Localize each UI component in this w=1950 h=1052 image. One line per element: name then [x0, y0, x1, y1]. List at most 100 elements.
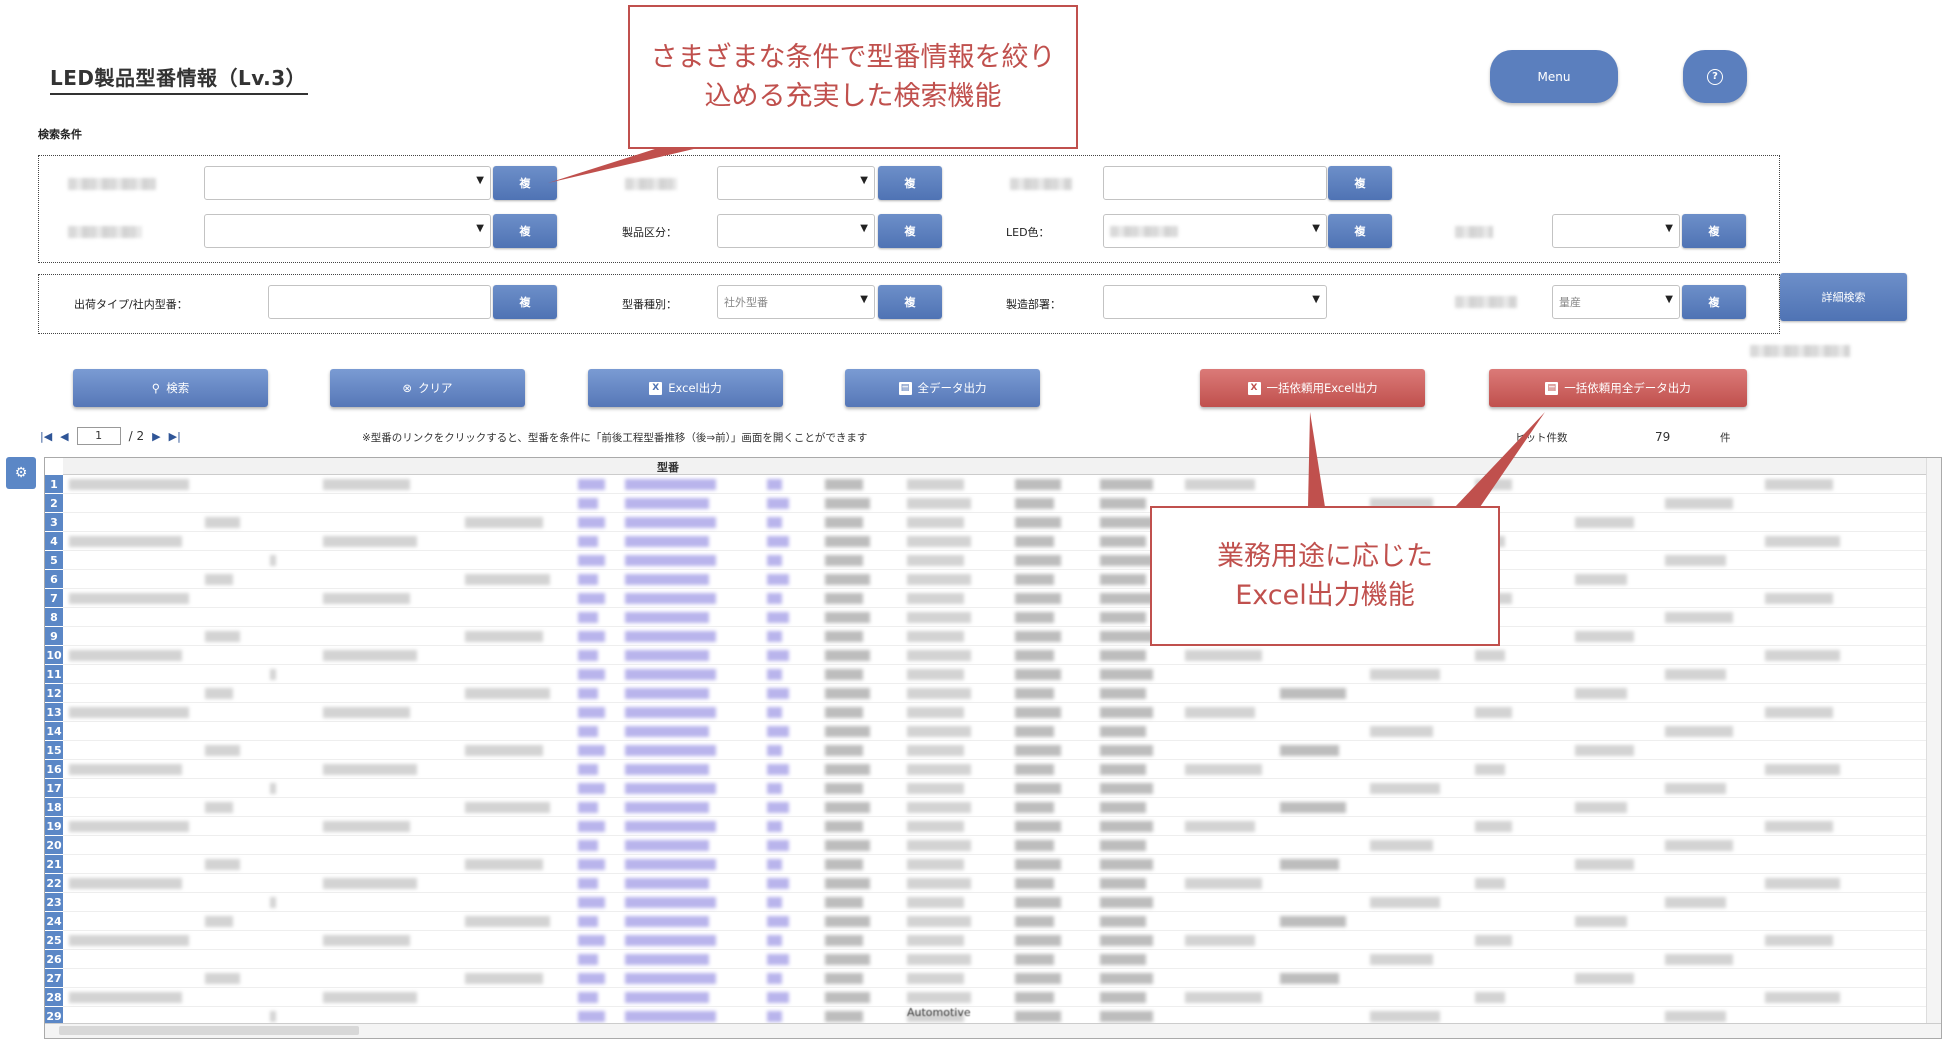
- grid-cell: [767, 517, 782, 528]
- grid-cell: [1765, 707, 1833, 718]
- model-type-select[interactable]: 社外型番 ▼: [717, 285, 875, 319]
- grid-cell: [1100, 897, 1153, 908]
- copy-button-5[interactable]: 複: [878, 214, 942, 248]
- gear-icon[interactable]: ⚙: [6, 457, 36, 489]
- row-number[interactable]: 19: [45, 817, 63, 836]
- grid-cell: [907, 897, 964, 908]
- copy-button-1[interactable]: 複: [493, 166, 557, 200]
- row-number[interactable]: 5: [45, 551, 63, 570]
- grid-cell: [578, 631, 605, 642]
- menu-button[interactable]: Menu: [1490, 50, 1618, 103]
- grid-cell: [825, 707, 863, 718]
- row-number[interactable]: 4: [45, 532, 63, 551]
- copy-button-6[interactable]: 複: [1328, 214, 1392, 248]
- grid-cell: [825, 631, 863, 642]
- filter-text-input[interactable]: [1103, 166, 1327, 200]
- search-button[interactable]: ⚲ 検索: [73, 369, 268, 407]
- last-page-icon[interactable]: ▶|: [169, 430, 181, 443]
- row-number[interactable]: 26: [45, 950, 63, 969]
- grid-cell: [578, 498, 598, 509]
- row-divider: [63, 512, 1941, 513]
- horizontal-scroll-thumb[interactable]: [59, 1026, 359, 1035]
- vertical-scrollbar[interactable]: [1926, 458, 1941, 1024]
- grid-cell: [1015, 669, 1061, 680]
- product-category-select[interactable]: ▼: [717, 214, 875, 248]
- grid-cell: [1100, 650, 1146, 661]
- row-number[interactable]: 7: [45, 589, 63, 608]
- row-number[interactable]: 16: [45, 760, 63, 779]
- row-number[interactable]: 21: [45, 855, 63, 874]
- row-number[interactable]: 8: [45, 608, 63, 627]
- copy-button-8[interactable]: 複: [493, 285, 557, 319]
- copy-button-10[interactable]: 複: [1682, 285, 1746, 319]
- row-number[interactable]: 24: [45, 912, 63, 931]
- column-header-model[interactable]: 型番: [657, 459, 679, 475]
- row-number[interactable]: 28: [45, 988, 63, 1007]
- filter-select-4[interactable]: ▼: [1552, 214, 1680, 248]
- row-number[interactable]: 1: [45, 475, 63, 494]
- grid-cell: [1015, 859, 1061, 870]
- led-color-select[interactable]: ▼: [1103, 214, 1327, 248]
- bulk-all-data-output-button[interactable]: ▤ 一括依頼用全データ出力: [1489, 369, 1747, 407]
- row-number[interactable]: 25: [45, 931, 63, 950]
- row-number[interactable]: 23: [45, 893, 63, 912]
- blurred-value: [1110, 225, 1178, 237]
- row-number[interactable]: 17: [45, 779, 63, 798]
- filter-select-2[interactable]: ▼: [717, 166, 875, 200]
- row-number[interactable]: 9: [45, 627, 63, 646]
- grid-cell: [625, 897, 716, 908]
- grid-cell: [767, 821, 782, 832]
- next-page-icon[interactable]: ▶: [152, 430, 160, 443]
- row-number[interactable]: 20: [45, 836, 63, 855]
- bulk-excel-output-button[interactable]: X 一括依頼用Excel出力: [1200, 369, 1425, 407]
- copy-button-3[interactable]: 複: [1328, 166, 1392, 200]
- detail-search-button[interactable]: 詳細検索: [1780, 273, 1907, 321]
- grid-cell: [767, 574, 789, 585]
- all-data-output-label: 全データ出力: [917, 381, 987, 395]
- row-number[interactable]: 14: [45, 722, 63, 741]
- help-button[interactable]: ?: [1683, 50, 1747, 103]
- filter-select-3[interactable]: ▼: [204, 214, 491, 248]
- grid-cell: [1015, 897, 1061, 908]
- grid-cell: [578, 593, 605, 604]
- filter-select-1[interactable]: ▼: [204, 166, 491, 200]
- grid-cell: [323, 764, 417, 775]
- shipping-type-input[interactable]: [268, 285, 491, 319]
- grid-cell: [825, 688, 870, 699]
- production-select[interactable]: 量産 ▼: [1552, 285, 1680, 319]
- grid-cell: [69, 935, 189, 946]
- first-page-icon[interactable]: |◀: [40, 430, 52, 443]
- row-number[interactable]: 27: [45, 969, 63, 988]
- clear-button[interactable]: ⊗ クリア: [330, 369, 525, 407]
- copy-button-2[interactable]: 複: [878, 166, 942, 200]
- excel-output-button[interactable]: X Excel出力: [588, 369, 783, 407]
- page-number-input[interactable]: 1: [76, 427, 121, 445]
- prev-page-icon[interactable]: ◀: [60, 430, 68, 443]
- copy-button-9[interactable]: 複: [878, 285, 942, 319]
- grid-cell: [323, 650, 417, 661]
- row-number[interactable]: 11: [45, 665, 63, 684]
- all-data-output-button[interactable]: ▤ 全データ出力: [845, 369, 1040, 407]
- grid-cell: [1280, 859, 1339, 870]
- row-number[interactable]: 12: [45, 684, 63, 703]
- grid-cell: [1475, 935, 1512, 946]
- pager: |◀ ◀ 1 / 2 ▶ ▶|: [40, 427, 181, 445]
- row-number[interactable]: 18: [45, 798, 63, 817]
- grid-cell: [69, 650, 182, 661]
- horizontal-scrollbar[interactable]: [45, 1023, 1941, 1038]
- row-number[interactable]: 13: [45, 703, 63, 722]
- excel-icon: X: [1247, 381, 1261, 395]
- row-number[interactable]: 22: [45, 874, 63, 893]
- row-number[interactable]: 6: [45, 570, 63, 589]
- manufacturing-dept-select[interactable]: ▼: [1103, 285, 1327, 319]
- row-number[interactable]: 3: [45, 513, 63, 532]
- grid-cell: [1575, 631, 1634, 642]
- grid-cell: [323, 878, 417, 889]
- row-number[interactable]: 15: [45, 741, 63, 760]
- copy-button-4[interactable]: 複: [493, 214, 557, 248]
- grid-cell: [578, 479, 605, 490]
- grid-cell: [825, 498, 870, 509]
- copy-button-7[interactable]: 複: [1682, 214, 1746, 248]
- row-number[interactable]: 2: [45, 494, 63, 513]
- row-number[interactable]: 10: [45, 646, 63, 665]
